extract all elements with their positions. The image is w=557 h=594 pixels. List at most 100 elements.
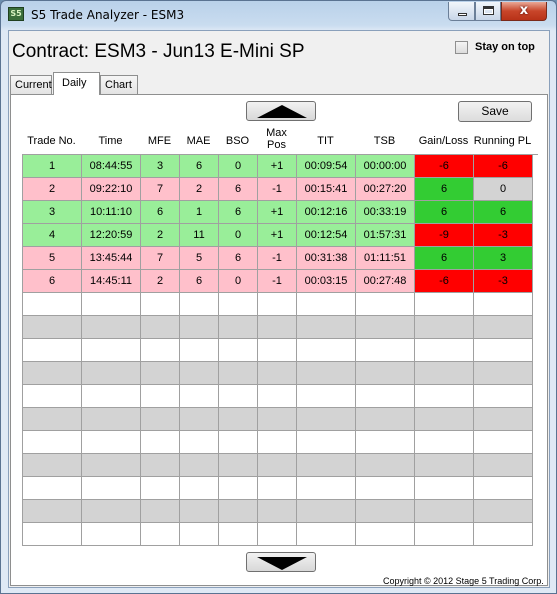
table-row[interactable]: [23, 477, 538, 500]
maximize-button[interactable]: [475, 2, 501, 21]
table-cell[interactable]: [258, 454, 297, 477]
table-cell[interactable]: -6: [474, 155, 533, 178]
table-cell[interactable]: [258, 385, 297, 408]
table-cell[interactable]: [180, 454, 219, 477]
table-cell[interactable]: 1: [23, 155, 82, 178]
table-cell[interactable]: [474, 385, 533, 408]
table-cell[interactable]: [356, 408, 415, 431]
table-cell[interactable]: [219, 523, 258, 546]
table-cell[interactable]: [258, 293, 297, 316]
table-row[interactable]: [23, 500, 538, 523]
table-cell[interactable]: -3: [474, 270, 533, 293]
table-cell[interactable]: [297, 500, 356, 523]
table-cell[interactable]: [219, 408, 258, 431]
scroll-up-button[interactable]: [246, 101, 316, 121]
table-cell[interactable]: [180, 408, 219, 431]
table-cell[interactable]: [297, 385, 356, 408]
table-cell[interactable]: [415, 431, 474, 454]
table-cell[interactable]: [23, 316, 82, 339]
table-cell[interactable]: 6: [180, 270, 219, 293]
table-row[interactable]: [23, 523, 538, 546]
table-cell[interactable]: 7: [141, 247, 180, 270]
table-cell[interactable]: 6: [141, 201, 180, 224]
table-cell[interactable]: [141, 408, 180, 431]
table-row[interactable]: 5 13:45:44 7 5 6 -1 00:31:38 01:11:51 6 3: [23, 247, 538, 270]
table-cell[interactable]: -1: [258, 270, 297, 293]
table-cell[interactable]: [297, 431, 356, 454]
table-cell[interactable]: [474, 454, 533, 477]
table-cell[interactable]: [82, 316, 141, 339]
table-cell[interactable]: +1: [258, 201, 297, 224]
table-cell[interactable]: [415, 477, 474, 500]
table-cell[interactable]: [180, 293, 219, 316]
table-cell[interactable]: [258, 339, 297, 362]
table-cell[interactable]: [141, 316, 180, 339]
table-cell[interactable]: [474, 500, 533, 523]
tab-chart[interactable]: Chart: [100, 75, 138, 94]
table-cell[interactable]: [180, 316, 219, 339]
table-cell[interactable]: -3: [474, 224, 533, 247]
table-cell[interactable]: [180, 477, 219, 500]
table-cell[interactable]: [219, 477, 258, 500]
table-row[interactable]: 3 10:11:10 6 1 6 +1 00:12:16 00:33:19 6 6: [23, 201, 538, 224]
table-cell[interactable]: [258, 477, 297, 500]
table-cell[interactable]: 14:45:11: [82, 270, 141, 293]
table-cell[interactable]: [474, 408, 533, 431]
table-cell[interactable]: [23, 500, 82, 523]
table-cell[interactable]: [297, 293, 356, 316]
table-cell[interactable]: 00:12:16: [297, 201, 356, 224]
table-cell[interactable]: [82, 293, 141, 316]
table-cell[interactable]: [356, 523, 415, 546]
table-cell[interactable]: [219, 454, 258, 477]
scroll-down-button[interactable]: [246, 552, 316, 572]
table-cell[interactable]: 00:31:38: [297, 247, 356, 270]
table-cell[interactable]: [258, 316, 297, 339]
table-cell[interactable]: 08:44:55: [82, 155, 141, 178]
table-cell[interactable]: [82, 431, 141, 454]
table-cell[interactable]: [219, 316, 258, 339]
table-cell[interactable]: [141, 385, 180, 408]
table-cell[interactable]: [474, 339, 533, 362]
table-cell[interactable]: [258, 523, 297, 546]
table-row[interactable]: [23, 362, 538, 385]
table-cell[interactable]: [82, 339, 141, 362]
table-cell[interactable]: 00:09:54: [297, 155, 356, 178]
table-cell[interactable]: 00:33:19: [356, 201, 415, 224]
table-cell[interactable]: [180, 385, 219, 408]
table-cell[interactable]: [474, 431, 533, 454]
table-cell[interactable]: 6: [415, 201, 474, 224]
table-cell[interactable]: +1: [258, 224, 297, 247]
table-cell[interactable]: [23, 477, 82, 500]
table-cell[interactable]: [23, 339, 82, 362]
minimize-button[interactable]: [448, 2, 475, 21]
table-cell[interactable]: [356, 339, 415, 362]
table-cell[interactable]: [297, 408, 356, 431]
table-cell[interactable]: 12:20:59: [82, 224, 141, 247]
table-cell[interactable]: [356, 477, 415, 500]
table-cell[interactable]: 00:27:48: [356, 270, 415, 293]
table-cell[interactable]: [474, 316, 533, 339]
table-cell[interactable]: [356, 316, 415, 339]
table-row[interactable]: 2 09:22:10 7 2 6 -1 00:15:41 00:27:20 6 0: [23, 178, 538, 201]
table-cell[interactable]: [258, 500, 297, 523]
table-cell[interactable]: -6: [415, 270, 474, 293]
table-cell[interactable]: +1: [258, 155, 297, 178]
table-cell[interactable]: [23, 431, 82, 454]
table-cell[interactable]: [415, 454, 474, 477]
table-row[interactable]: 6 14:45:11 2 6 0 -1 00:03:15 00:27:48 -6 -3: [23, 270, 538, 293]
table-cell[interactable]: [356, 362, 415, 385]
table-cell[interactable]: [82, 362, 141, 385]
table-cell[interactable]: [23, 454, 82, 477]
title-bar[interactable]: S5 S5 Trade Analyzer - ESM3 x: [1, 1, 556, 29]
table-cell[interactable]: [141, 477, 180, 500]
table-cell[interactable]: 3: [23, 201, 82, 224]
table-cell[interactable]: 3: [141, 155, 180, 178]
table-cell[interactable]: [297, 454, 356, 477]
table-cell[interactable]: [219, 385, 258, 408]
table-cell[interactable]: 5: [180, 247, 219, 270]
table-cell[interactable]: 6: [219, 247, 258, 270]
table-cell[interactable]: 6: [180, 155, 219, 178]
table-row[interactable]: [23, 431, 538, 454]
table-cell[interactable]: [82, 454, 141, 477]
table-cell[interactable]: [180, 339, 219, 362]
